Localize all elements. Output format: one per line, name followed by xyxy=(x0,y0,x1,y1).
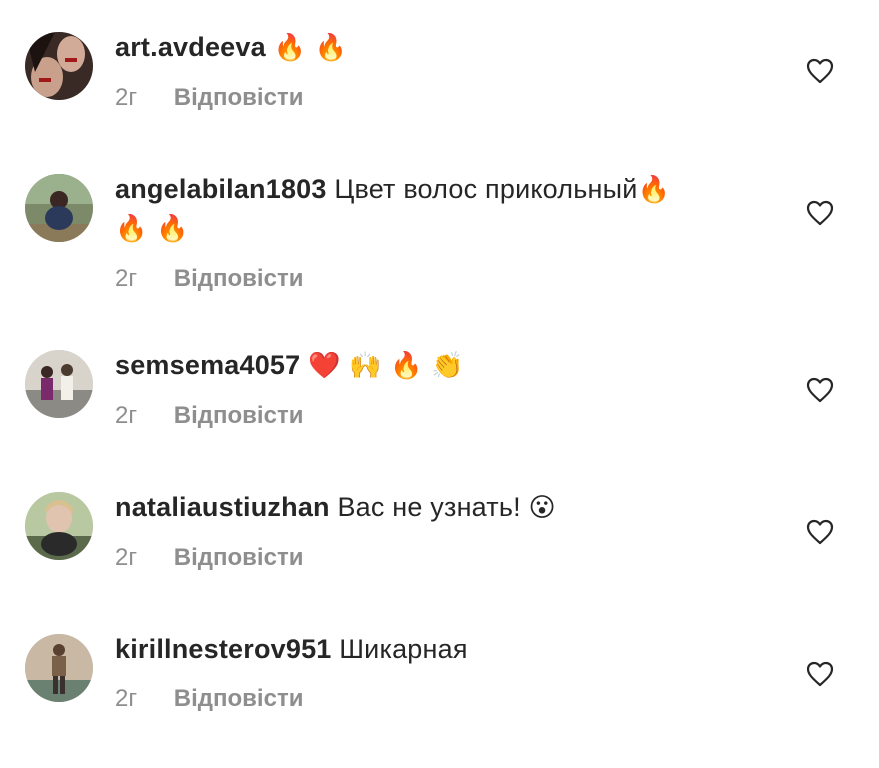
avatar[interactable] xyxy=(25,492,93,560)
reply-button[interactable]: Відповісти xyxy=(174,544,304,571)
comment-time: 2г xyxy=(115,544,138,571)
comment-username[interactable]: kirillnesterov951 xyxy=(115,634,332,664)
comment-emoji: 😮 xyxy=(528,493,556,523)
heart-outline-icon[interactable] xyxy=(806,661,834,687)
comment-text: semsema4057 ❤️ 🙌 🔥 👏 xyxy=(115,346,755,385)
comment-username[interactable]: angelabilan1803 xyxy=(115,174,327,204)
comment-meta: 2г Відповісти xyxy=(115,264,755,294)
comment-meta: 2г Відповісти xyxy=(115,543,755,573)
avatar-image xyxy=(25,174,93,242)
comment-body: Цвет волос прикольный xyxy=(334,174,638,204)
comment-time: 2г xyxy=(115,265,138,292)
reply-button[interactable]: Відповісти xyxy=(174,84,304,111)
avatar-image xyxy=(25,634,93,702)
reply-button[interactable]: Відповісти xyxy=(174,265,304,292)
avatar[interactable] xyxy=(25,350,93,418)
comment-meta: 2г Відповісти xyxy=(115,83,755,113)
comment-text: angelabilan1803 Цвет волос прикольный🔥 🔥… xyxy=(115,170,755,248)
comment-body: Вас не узнать! xyxy=(337,492,521,522)
comment-emoji: ❤️ 🙌 🔥 👏 xyxy=(308,351,464,381)
avatar[interactable] xyxy=(25,634,93,702)
comment-username[interactable]: semsema4057 xyxy=(115,350,300,380)
comment-time: 2г xyxy=(115,402,138,429)
heart-outline-icon[interactable] xyxy=(806,519,834,545)
comment-username[interactable]: art.avdeeva xyxy=(115,32,266,62)
heart-outline-icon[interactable] xyxy=(806,200,834,226)
reply-button[interactable]: Відповісти xyxy=(174,402,304,429)
comment-emoji: 🔥 🔥 xyxy=(115,214,189,244)
comment-text: art.avdeeva 🔥 🔥 xyxy=(115,28,755,67)
reply-button[interactable]: Відповісти xyxy=(174,685,304,712)
comment-emoji: 🔥 🔥 xyxy=(273,33,348,63)
avatar[interactable] xyxy=(25,174,93,242)
comment-meta: 2г Відповісти xyxy=(115,684,755,714)
avatar[interactable] xyxy=(25,32,93,100)
comment-username[interactable]: nataliaustiuzhan xyxy=(115,492,330,522)
comment-text: kirillnesterov951 Шикарная xyxy=(115,630,755,668)
comment-meta: 2г Відповісти xyxy=(115,401,755,431)
avatar-image xyxy=(25,492,93,560)
heart-outline-icon[interactable] xyxy=(806,377,834,403)
comment-time: 2г xyxy=(115,84,138,111)
heart-outline-icon[interactable] xyxy=(806,58,834,84)
comment-time: 2г xyxy=(115,685,138,712)
comment-text: nataliaustiuzhan Вас не узнать! 😮 xyxy=(115,488,755,527)
avatar-image xyxy=(25,32,93,100)
comment-body: Шикарная xyxy=(339,634,468,664)
avatar-image xyxy=(25,350,93,418)
comment-emoji: 🔥 xyxy=(637,175,671,205)
